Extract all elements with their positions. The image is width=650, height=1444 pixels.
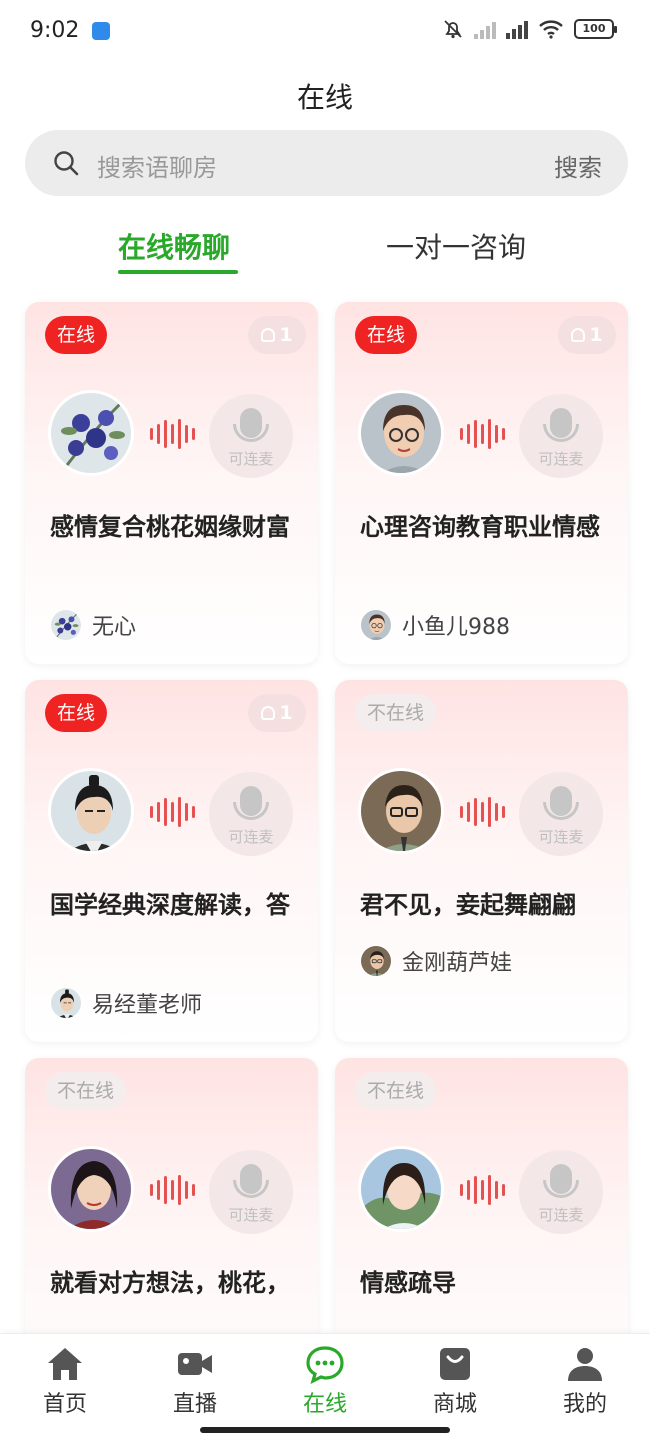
room-title: 心理咨询教育职业情感 <box>360 513 600 541</box>
nav-label-home: 首页 <box>42 1392 87 1417</box>
voice-wave-icon <box>150 1174 195 1206</box>
microphone-stand <box>233 1180 269 1198</box>
status-badge: 不在线 <box>45 1072 127 1110</box>
host-name: 易经董老师 <box>92 993 203 1018</box>
signal-icon-1 <box>474 19 496 39</box>
microphone-stand <box>233 802 269 820</box>
battery-icon: 100 <box>574 19 617 39</box>
search-input[interactable]: 搜索语聊房 <box>97 148 217 183</box>
video-icon <box>178 1353 212 1375</box>
status-bar: 9:02 100 <box>0 0 650 64</box>
person-icon <box>571 328 586 342</box>
host-info: 无心 <box>50 608 136 642</box>
mic-label: 可连麦 <box>538 1206 584 1224</box>
room-title: 情感疏导 <box>360 1269 456 1297</box>
listener-count-value: 1 <box>279 324 293 346</box>
room-card[interactable]: 不在线可连麦君不见，妾起舞翩翩金刚葫芦娃 <box>335 680 628 1042</box>
host-avatar <box>358 1146 444 1232</box>
mic-label: 可连麦 <box>228 828 274 846</box>
host-avatar <box>48 1146 134 1232</box>
room-card[interactable]: 在线 1 可连麦国学经典深度解读，答易经董老师 <box>25 680 318 1042</box>
mic-button[interactable]: 可连麦 <box>209 772 293 856</box>
home-icon <box>48 1348 82 1380</box>
mic-label: 可连麦 <box>538 450 584 468</box>
room-title: 君不见，妾起舞翩翩 <box>360 891 576 919</box>
mute-bell-icon <box>444 20 462 39</box>
status-badge: 不在线 <box>355 694 437 732</box>
microphone-stand <box>543 1180 579 1198</box>
status-badge: 在线 <box>355 316 418 354</box>
room-title: 感情复合桃花姻缘财富 <box>50 513 290 541</box>
search-button[interactable]: 搜索 <box>554 148 602 183</box>
host-name: 无心 <box>92 615 137 640</box>
room-title: 就看对方想法，桃花， <box>50 1269 290 1297</box>
microphone-stand <box>543 424 579 442</box>
host-avatar <box>358 768 444 854</box>
person-icon <box>261 706 276 720</box>
wifi-icon <box>539 20 563 39</box>
status-time: 9:02 <box>30 18 80 43</box>
host-avatar <box>358 390 444 476</box>
search-bar[interactable]: 搜索语聊房 搜索 <box>25 130 628 196</box>
status-badge: 不在线 <box>355 1072 437 1110</box>
status-badge: 在线 <box>45 316 108 354</box>
home-indicator <box>200 1427 450 1433</box>
host-avatar <box>48 768 134 854</box>
tab-bar: 在线畅聊 一对一咨询 <box>0 226 650 286</box>
room-card[interactable]: 在线 1 可连麦感情复合桃花姻缘财富无心 <box>25 302 318 664</box>
mic-label: 可连麦 <box>228 1206 274 1224</box>
listener-count-value: 1 <box>589 324 603 346</box>
mic-label: 可连麦 <box>538 828 584 846</box>
shop-bag-icon <box>440 1348 470 1380</box>
nav-label-shop: 商城 <box>432 1392 477 1417</box>
mic-button[interactable]: 可连麦 <box>519 772 603 856</box>
voice-wave-icon <box>150 418 195 450</box>
tab-online-chat[interactable]: 在线畅聊 <box>118 226 230 266</box>
status-badge: 在线 <box>45 694 108 732</box>
host-name: 金刚葫芦娃 <box>402 951 513 976</box>
chat-icon <box>306 1346 344 1384</box>
user-icon <box>568 1348 602 1381</box>
host-name: 小鱼儿988 <box>402 615 510 640</box>
nav-label-live: 直播 <box>172 1392 217 1417</box>
host-info: 金刚葫芦娃 <box>360 944 512 978</box>
host-info: 易经董老师 <box>50 986 202 1020</box>
voice-wave-icon <box>460 796 505 828</box>
notification-app-icon <box>92 22 110 40</box>
voice-wave-icon <box>460 418 505 450</box>
host-mini-avatar <box>360 945 392 977</box>
nav-label-online: 在线 <box>302 1392 347 1417</box>
person-icon <box>261 328 276 342</box>
mic-button[interactable]: 可连麦 <box>519 394 603 478</box>
signal-icon-2 <box>506 19 528 39</box>
mic-label: 可连麦 <box>228 450 274 468</box>
mic-button[interactable]: 可连麦 <box>519 1150 603 1234</box>
microphone-stand <box>233 424 269 442</box>
host-mini-avatar <box>50 987 82 1019</box>
host-info: 小鱼儿988 <box>360 608 510 642</box>
mic-button[interactable]: 可连麦 <box>209 394 293 478</box>
host-mini-avatar <box>360 609 392 641</box>
host-mini-avatar <box>50 609 82 641</box>
nav-label-mine: 我的 <box>562 1392 607 1417</box>
room-title: 国学经典深度解读，答 <box>50 891 290 919</box>
search-icon <box>54 151 79 176</box>
microphone-stand <box>543 802 579 820</box>
host-avatar <box>48 390 134 476</box>
listener-count: 1 <box>248 694 306 732</box>
voice-wave-icon <box>460 1174 505 1206</box>
tab-indicator <box>118 270 238 274</box>
room-card[interactable]: 在线 1 可连麦心理咨询教育职业情感小鱼儿988 <box>335 302 628 664</box>
voice-wave-icon <box>150 796 195 828</box>
listener-count: 1 <box>248 316 306 354</box>
listener-count: 1 <box>558 316 616 354</box>
mic-button[interactable]: 可连麦 <box>209 1150 293 1234</box>
page-title: 在线 <box>296 81 353 114</box>
listener-count-value: 1 <box>279 702 293 724</box>
tab-one-on-one[interactable]: 一对一咨询 <box>386 226 526 266</box>
